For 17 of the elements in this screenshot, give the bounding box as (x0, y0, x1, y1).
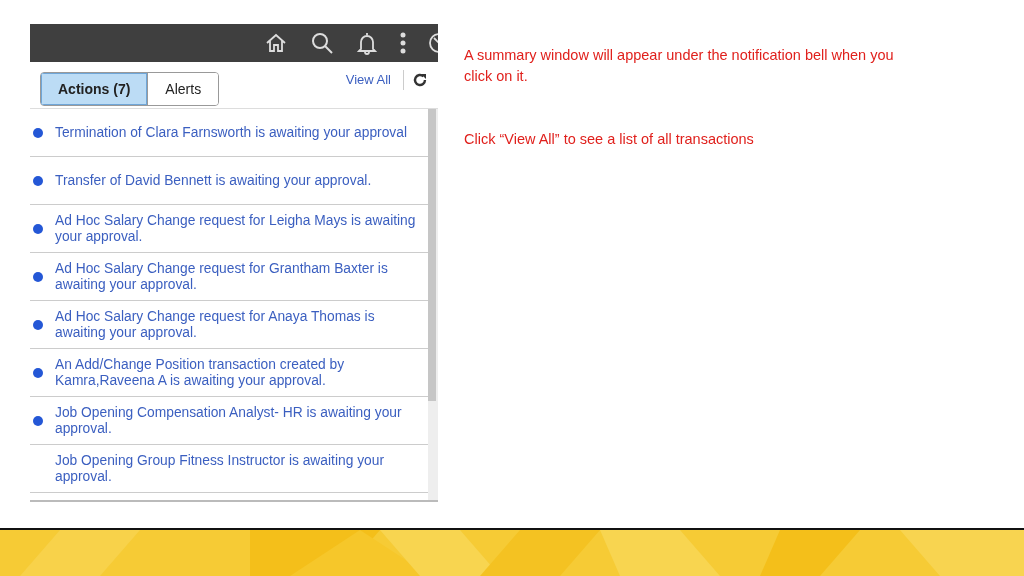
instruction-text: A summary window will appear under the notification bell when you click on it. (464, 46, 895, 86)
notification-item[interactable]: Ad Hoc Salary Change request for Leigha Mays is awaiting your approval. (30, 205, 428, 253)
view-all-link[interactable]: View All (345, 72, 391, 87)
notification-item[interactable]: Transfer of David Bennett is awaiting your approval. (30, 157, 428, 205)
notification-item[interactable]: An Add/Change Position transaction created by Kamra,Raveena A is awaiting your approval. (30, 349, 428, 397)
notification-item[interactable]: Ad Hoc Salary Change request for Anaya Thomas is awaiting your approval. (30, 301, 428, 349)
notification-item[interactable]: Ad Hoc Salary Change request for Grantham Baxter is awaiting your approval. (30, 253, 428, 301)
bell-icon[interactable] (356, 31, 378, 55)
home-icon[interactable] (264, 31, 288, 55)
refresh-icon[interactable] (412, 72, 428, 88)
instruction-text: Click “View All” to see a list of all transactions (464, 130, 755, 149)
notification-item[interactable]: Termination of Clara Farnsworth is awaiting your approval (30, 109, 428, 157)
notification-item[interactable]: Job Opening Compensation Analyst- HR is awaiting your approval. (30, 397, 428, 445)
scrollbar[interactable] (428, 109, 438, 500)
more-icon[interactable] (400, 32, 406, 54)
tab[interactable]: Actions (7) (41, 73, 149, 105)
search-icon[interactable] (310, 31, 334, 55)
